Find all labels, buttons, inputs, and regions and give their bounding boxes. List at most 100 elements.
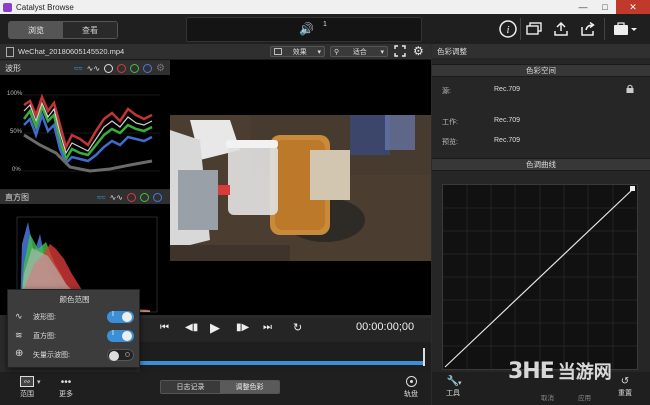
waveform-label-mid: 50% <box>10 129 23 135</box>
split-icon <box>274 48 282 55</box>
timeline-progress[interactable] <box>140 361 423 365</box>
go-to-start-icon[interactable]: ⏮ <box>160 322 169 333</box>
tab-log[interactable]: 日志记录 <box>161 381 220 393</box>
loop-icon[interactable]: ↻ <box>293 321 302 334</box>
info-icon[interactable]: i <box>497 18 519 40</box>
cancel-button[interactable]: 取消 <box>541 392 554 402</box>
fit-label: 适合 <box>352 48 367 56</box>
scope-icon: ∾ <box>20 376 34 387</box>
tone-curve-editor[interactable] <box>442 184 638 370</box>
source-label: 源: <box>442 88 451 95</box>
mode-switch: 浏览 查看 <box>8 21 118 39</box>
panel-switch: 日志记录 调整色彩 <box>160 380 280 394</box>
title-bar: Catalyst Browse — □ ✕ <box>0 0 650 14</box>
popup-title: 颜色范围 <box>59 295 90 304</box>
export-icon[interactable] <box>577 18 599 40</box>
histogram-overlay-icon[interactable]: ∿∿ <box>110 193 123 202</box>
reset-label: 重置 <box>618 390 632 397</box>
file-name: WeChat_20180605145520.mp4 <box>18 47 125 56</box>
reset-button[interactable]: ↺ 重置 <box>614 376 636 398</box>
watermark-brand: 3HE <box>508 358 555 384</box>
tone-curve-graph <box>443 185 637 369</box>
minimize-button[interactable]: — <box>572 0 594 14</box>
maximize-button[interactable]: □ <box>594 0 616 14</box>
chevron-down-icon: ▾ <box>317 48 321 56</box>
step-forward-icon[interactable]: ▮▶ <box>236 322 249 333</box>
lock-icon[interactable] <box>626 84 634 93</box>
popup-item-waveform[interactable]: ∿ 波形图: I <box>15 310 135 324</box>
step-back-icon[interactable]: ◀▮ <box>185 322 198 333</box>
preview-value: Rec.709 <box>494 137 521 144</box>
waveform-scope: 100% 50% 0% <box>0 75 170 189</box>
green-channel-toggle[interactable] <box>130 63 140 73</box>
watermark-text: 当游网 <box>557 362 612 383</box>
red-channel-toggle[interactable] <box>117 63 127 73</box>
apply-button[interactable]: 应用 <box>578 392 591 402</box>
copy-icon[interactable] <box>523 18 545 40</box>
waveform-label-bottom: 0% <box>12 167 21 173</box>
waveform-icon: ∿ <box>15 311 23 321</box>
tab-view[interactable]: 查看 <box>63 22 117 38</box>
red-channel-toggle[interactable] <box>127 192 136 202</box>
chevron-down-icon[interactable]: ▾ <box>37 378 41 386</box>
histogram-title: 直方图 <box>5 192 29 202</box>
timecode-display: 00:00:00;00 <box>356 321 415 333</box>
scope-settings-icon[interactable]: ⚙ <box>156 63 165 74</box>
waveform-header: 波形 ≈≈ ∿∿ ⚙ <box>0 61 170 75</box>
window-title: Catalyst Browse <box>16 2 74 12</box>
close-button[interactable]: ✕ <box>616 0 650 14</box>
disc-button[interactable]: 轨盘 <box>400 376 422 399</box>
popup-item-vectorscope[interactable]: ⊕ 矢量示波图: <box>15 348 135 362</box>
upload-icon[interactable] <box>550 18 572 40</box>
more-icon: ••• <box>60 377 72 388</box>
effects-dropdown[interactable]: 效果 ▾ <box>270 46 325 57</box>
vectorscope-toggle[interactable] <box>107 349 134 361</box>
zoom-icon: ⚲ <box>334 48 340 56</box>
settings-gear-icon[interactable]: ⚙ <box>413 44 424 58</box>
panel-title: 色彩调整 <box>432 44 650 58</box>
disc-icon <box>405 376 417 387</box>
play-icon[interactable]: ▶ <box>210 320 220 336</box>
go-to-end-icon[interactable]: ⏭ <box>263 322 272 333</box>
preview-label: 预览: <box>442 139 458 146</box>
waveform-overlay-icon[interactable]: ∿∿ <box>87 64 100 73</box>
audio-meter[interactable]: 🔊 1 <box>186 17 422 42</box>
waveform-toggle[interactable]: I <box>107 311 134 323</box>
toolbox-icon[interactable] <box>610 18 640 40</box>
tone-curve-header: 色调曲线 <box>432 158 650 171</box>
fullscreen-icon[interactable] <box>394 45 406 57</box>
playhead-marker[interactable] <box>423 348 425 366</box>
crosshair-icon: ⊕ <box>15 348 24 359</box>
chevron-down-icon[interactable]: ▾ <box>458 379 462 387</box>
histogram-mode-icon[interactable]: ≈≈ <box>97 193 106 202</box>
luma-channel-toggle[interactable] <box>104 63 114 73</box>
more-label: 更多 <box>59 391 73 398</box>
source-value: Rec.709 <box>494 86 521 93</box>
blue-channel-toggle[interactable] <box>143 63 153 73</box>
green-channel-toggle[interactable] <box>140 192 149 202</box>
reset-icon: ↺ <box>620 376 630 387</box>
more-button[interactable]: ••• 更多 <box>54 377 78 399</box>
toolbar-divider <box>520 18 521 40</box>
timeline[interactable] <box>140 342 431 372</box>
fit-dropdown[interactable]: ⚲ 适合 ▾ <box>330 46 388 57</box>
color-space-header: 色彩空间 <box>432 64 650 77</box>
working-value: Rec.709 <box>494 117 521 124</box>
toolbar-divider <box>604 18 605 40</box>
waveform-mode-icon[interactable]: ≈≈ <box>74 64 83 73</box>
video-viewer[interactable] <box>170 60 431 315</box>
audio-channel-number: 1 <box>323 21 327 28</box>
color-scope-popup: 颜色范围 ∿ 波形图: I ≋ 直方图: I ⊕ 矢量示波图: <box>7 289 140 368</box>
disc-label: 轨盘 <box>404 391 418 398</box>
popup-item-label: 直方图: <box>33 333 56 340</box>
popup-item-histogram[interactable]: ≋ 直方图: I <box>15 329 135 343</box>
tab-color-adjust[interactable]: 调整色彩 <box>220 381 279 393</box>
speaker-icon: 🔊 <box>299 22 314 36</box>
blue-channel-toggle[interactable] <box>153 192 162 202</box>
waveform-title: 波形 <box>5 63 21 73</box>
histogram-icon: ≋ <box>15 330 23 340</box>
color-adjust-panel: 色彩调整 色彩空间 源: Rec.709 工作: Rec.709 预览: Rec… <box>432 44 650 372</box>
chevron-down-icon: ▾ <box>380 48 384 56</box>
tab-browse[interactable]: 浏览 <box>9 22 63 38</box>
histogram-toggle[interactable]: I <box>107 330 134 342</box>
